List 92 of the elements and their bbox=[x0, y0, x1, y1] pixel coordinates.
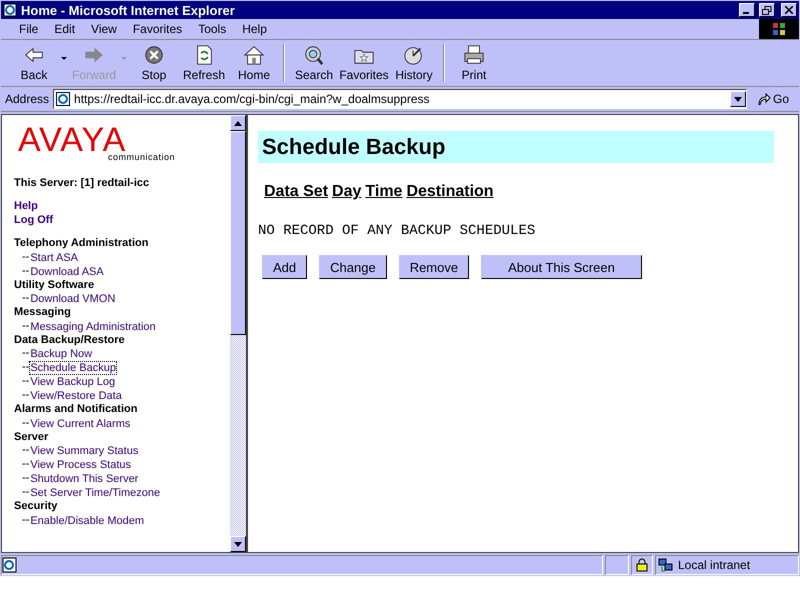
dropdown-button[interactable] bbox=[730, 91, 746, 107]
status-panel bbox=[605, 555, 629, 575]
menu-item[interactable]: Tools bbox=[190, 22, 234, 36]
home-icon bbox=[242, 44, 266, 66]
section-heading: Security bbox=[14, 500, 58, 514]
print-icon bbox=[462, 44, 486, 66]
go-button[interactable]: Go bbox=[750, 92, 795, 106]
dash-marker: -- bbox=[22, 486, 30, 500]
sidebar-link[interactable]: Messaging Administration bbox=[29, 320, 157, 334]
sidebar-link[interactable]: Download ASA bbox=[29, 264, 105, 278]
toolbar-button[interactable]: Back bbox=[9, 44, 59, 82]
restore-icon bbox=[762, 6, 772, 14]
dash-marker: -- bbox=[22, 514, 30, 528]
dash-marker: -- bbox=[22, 416, 30, 430]
caret-icon bbox=[734, 96, 742, 102]
page-icon bbox=[2, 557, 18, 573]
toolbar-button[interactable]: Refresh bbox=[179, 44, 229, 82]
go-arrow-icon bbox=[756, 92, 771, 106]
scrollbar-track[interactable] bbox=[230, 115, 246, 552]
sidebar-link[interactable]: Schedule Backup bbox=[29, 361, 117, 375]
dash-marker: -- bbox=[22, 444, 30, 458]
sidebar-link[interactable]: Enable/Disable Modem bbox=[29, 514, 146, 528]
page-icon bbox=[3, 3, 17, 17]
windows-logo-icon bbox=[759, 19, 799, 39]
section-heading: Alarms and Notification bbox=[14, 403, 138, 416]
action-button[interactable]: Add bbox=[262, 255, 308, 279]
sidebar-link[interactable]: View Current Alarms bbox=[29, 416, 132, 430]
dash-marker: -- bbox=[22, 320, 30, 334]
dash-marker: -- bbox=[22, 347, 30, 361]
action-button[interactable]: Change bbox=[319, 255, 387, 279]
page-icon bbox=[56, 92, 70, 106]
window-title: Home - Microsoft Internet Explorer bbox=[21, 2, 236, 18]
address-field[interactable]: https://redtail-icc.dr.avaya.com/cgi-bin/cgi_main?w_doalmsuppress bbox=[53, 89, 747, 109]
zone-label: Local intranet bbox=[678, 558, 750, 572]
dash-marker: -- bbox=[22, 375, 30, 389]
section-heading: Telephony Administration bbox=[14, 237, 150, 250]
toolbar-button[interactable]: History bbox=[389, 44, 439, 82]
menu-item[interactable]: Favorites bbox=[124, 22, 190, 36]
close-button[interactable] bbox=[781, 3, 797, 17]
menu-item[interactable]: View bbox=[83, 22, 125, 36]
network-icon bbox=[658, 557, 674, 573]
lock-icon bbox=[636, 558, 648, 572]
toolbar-button[interactable]: Print bbox=[449, 44, 499, 82]
menu-item[interactable]: Help bbox=[234, 22, 275, 36]
column-header: Data Set bbox=[264, 183, 328, 201]
menu-item[interactable]: Edit bbox=[46, 22, 84, 36]
toolbar-button[interactable]: Home bbox=[229, 44, 279, 82]
toolbar-button[interactable]: Stop bbox=[129, 44, 179, 82]
toolbar-button[interactable]: Favorites bbox=[339, 44, 389, 82]
dash-marker: -- bbox=[22, 292, 30, 306]
restore-button[interactable] bbox=[759, 3, 775, 17]
column-header: Destination bbox=[406, 183, 494, 201]
sidebar-link[interactable]: Shutdown This Server bbox=[29, 472, 140, 486]
dash-marker: -- bbox=[22, 250, 30, 264]
scroll-thumb[interactable] bbox=[230, 131, 246, 335]
menu-item[interactable]: File bbox=[11, 22, 46, 36]
section-heading: Data Backup/Restore bbox=[14, 334, 126, 347]
sidebar-link[interactable]: Help bbox=[14, 200, 230, 214]
sidebar-link[interactable]: View Process Status bbox=[29, 458, 132, 472]
action-button[interactable]: Remove bbox=[398, 255, 470, 279]
caret-icon[interactable] bbox=[59, 54, 69, 62]
sidebar-link[interactable]: View Backup Log bbox=[29, 375, 116, 389]
logo-tagline: communication bbox=[108, 151, 176, 164]
section-heading: Messaging bbox=[14, 306, 72, 320]
scroll-up-button[interactable] bbox=[230, 115, 246, 131]
page-heading: Schedule Backup bbox=[258, 131, 774, 163]
action-button[interactable]: About This Screen bbox=[481, 255, 642, 279]
empty-message: NO RECORD OF ANY BACKUP SCHEDULES bbox=[258, 223, 536, 239]
sidebar-link[interactable]: Backup Now bbox=[29, 347, 94, 361]
dash-marker: -- bbox=[22, 361, 30, 375]
close-icon bbox=[785, 6, 793, 14]
dash-marker: -- bbox=[22, 264, 30, 278]
minimize-button[interactable] bbox=[739, 3, 755, 17]
address-label: Address bbox=[5, 92, 50, 106]
dash-marker: -- bbox=[22, 458, 30, 472]
section-heading: Server bbox=[14, 430, 50, 444]
sidebar-link[interactable]: Download VMON bbox=[29, 292, 116, 306]
scroll-down-button[interactable] bbox=[230, 536, 246, 552]
caret-icon bbox=[234, 120, 242, 126]
sidebar-link[interactable]: Log Off bbox=[14, 214, 230, 227]
dash-marker: -- bbox=[22, 472, 30, 486]
toolbar-button[interactable]: Search bbox=[289, 44, 339, 82]
dash-marker: -- bbox=[22, 389, 30, 403]
section-heading: Utility Software bbox=[14, 278, 96, 292]
sidebar-link[interactable]: Set Server Time/Timezone bbox=[29, 486, 162, 500]
column-header: Day bbox=[332, 183, 362, 201]
column-header: Time bbox=[365, 183, 402, 201]
server-label: This Server: [1] redtail-icc bbox=[14, 176, 150, 190]
sidebar-link[interactable]: View/Restore Data bbox=[29, 389, 123, 403]
sidebar-link[interactable]: View Summary Status bbox=[29, 444, 140, 458]
caret-icon bbox=[234, 542, 242, 546]
sidebar-link[interactable]: Start ASA bbox=[29, 250, 80, 264]
